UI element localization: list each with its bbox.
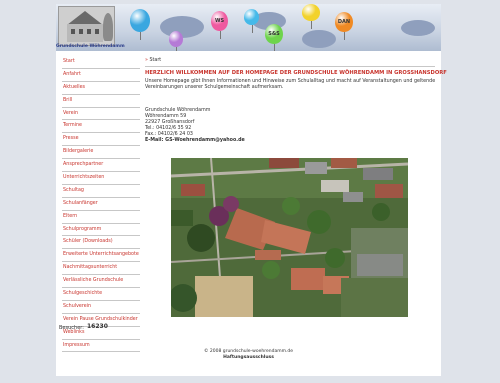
page-title: HERZLICH WILLKOMMEN AUF DER HOMEPAGE DER…: [145, 70, 447, 76]
sidebar-item-schulprogramm[interactable]: Schulprogramm: [62, 224, 140, 237]
breadcrumb: » Start: [145, 56, 435, 67]
school-caption: Grundschule Wöhrendamm: [56, 44, 125, 49]
cloud: [401, 20, 435, 36]
balloon: [244, 9, 259, 33]
window: [79, 29, 83, 34]
balloon: [169, 31, 183, 51]
sidebar-item-verein[interactable]: Verein: [62, 108, 140, 121]
footer: © 2008 grundschule-woehrendamm.de Haftun…: [56, 349, 441, 360]
window: [71, 29, 75, 34]
aerial-photo: [171, 158, 408, 317]
sidebar-item-aktuelles[interactable]: Aktuelles: [62, 82, 140, 95]
footer-copyright: © 2008 grundschule-woehrendamm.de: [203, 349, 294, 354]
sidebar-item-schulgeschichte[interactable]: Schulgeschichte: [62, 288, 140, 301]
contact-address: Grundschule Wöhrendamm Wöhrendamm 59 229…: [145, 108, 345, 144]
sidebar-item-schulverein[interactable]: Schulverein: [62, 301, 140, 314]
sidebar-item-erweiterte-angebote[interactable]: Erweiterte Unterrichtsangebote: [62, 249, 140, 263]
address-email[interactable]: E-Mail: GS-Woehrendamm@yahoo.de: [145, 138, 345, 144]
school-logo[interactable]: [58, 6, 115, 46]
sidebar-item-eltern[interactable]: Eltern: [62, 211, 140, 224]
sidebar-item-start[interactable]: Start: [62, 56, 140, 69]
sidebar-item-ansprechpartner[interactable]: Ansprechpartner: [62, 159, 140, 173]
visitor-counter: Besucher: 16230: [59, 323, 108, 331]
sidebar-item-schulanfaenger[interactable]: Schulanfänger: [62, 198, 140, 211]
school-roof: [67, 11, 103, 25]
window: [87, 29, 91, 34]
sidebar-item-schueler-downloads[interactable]: Schüler (Downloads): [62, 236, 140, 250]
sidebar-item-termine[interactable]: Termine: [62, 120, 140, 134]
footer-disclaimer-link[interactable]: Haftungsausschluss: [56, 355, 441, 360]
visitor-label: Besucher:: [59, 325, 84, 331]
balloon: [302, 4, 320, 29]
intro-text: Unsere Homepage gibt Ihnen Informationen…: [145, 79, 436, 90]
sidebar-item-brill[interactable]: Brill: [62, 95, 140, 108]
sidebar-nav: Start Anfahrt Aktuelles Brill Verein Ter…: [62, 56, 140, 353]
breadcrumb-separator: »: [145, 58, 148, 63]
balloon: DAN: [335, 12, 353, 40]
aerial-photo-image: [171, 158, 408, 317]
breadcrumb-current[interactable]: Start: [149, 58, 161, 63]
sidebar-item-anfahrt[interactable]: Anfahrt: [62, 69, 140, 82]
sidebar-item-nachmittagsunterricht[interactable]: Nachmittagsunterricht: [62, 262, 140, 276]
sidebar-item-unterrichtszeiten[interactable]: Unterrichtszeiten: [62, 172, 140, 185]
visitor-count: 16230: [87, 323, 108, 330]
sidebar-item-schultag[interactable]: Schultag: [62, 185, 140, 198]
balloon: [130, 9, 150, 40]
window: [95, 29, 99, 34]
sidebar-item-presse[interactable]: Presse: [62, 133, 140, 147]
balloon: S&S: [265, 24, 283, 51]
cloud: [302, 30, 336, 48]
tree: [103, 13, 113, 41]
balloon: WS: [211, 11, 228, 39]
sidebar-item-verlaessliche-grundschule[interactable]: Verlässliche Grundschule: [62, 275, 140, 289]
sidebar-item-bildergalerie[interactable]: Bildergalerie: [62, 146, 140, 160]
header-banner: Grundschule Wöhrendamm WS S&S DAN: [56, 4, 441, 51]
page-container: Grundschule Wöhrendamm WS S&S DAN Start …: [56, 4, 447, 376]
